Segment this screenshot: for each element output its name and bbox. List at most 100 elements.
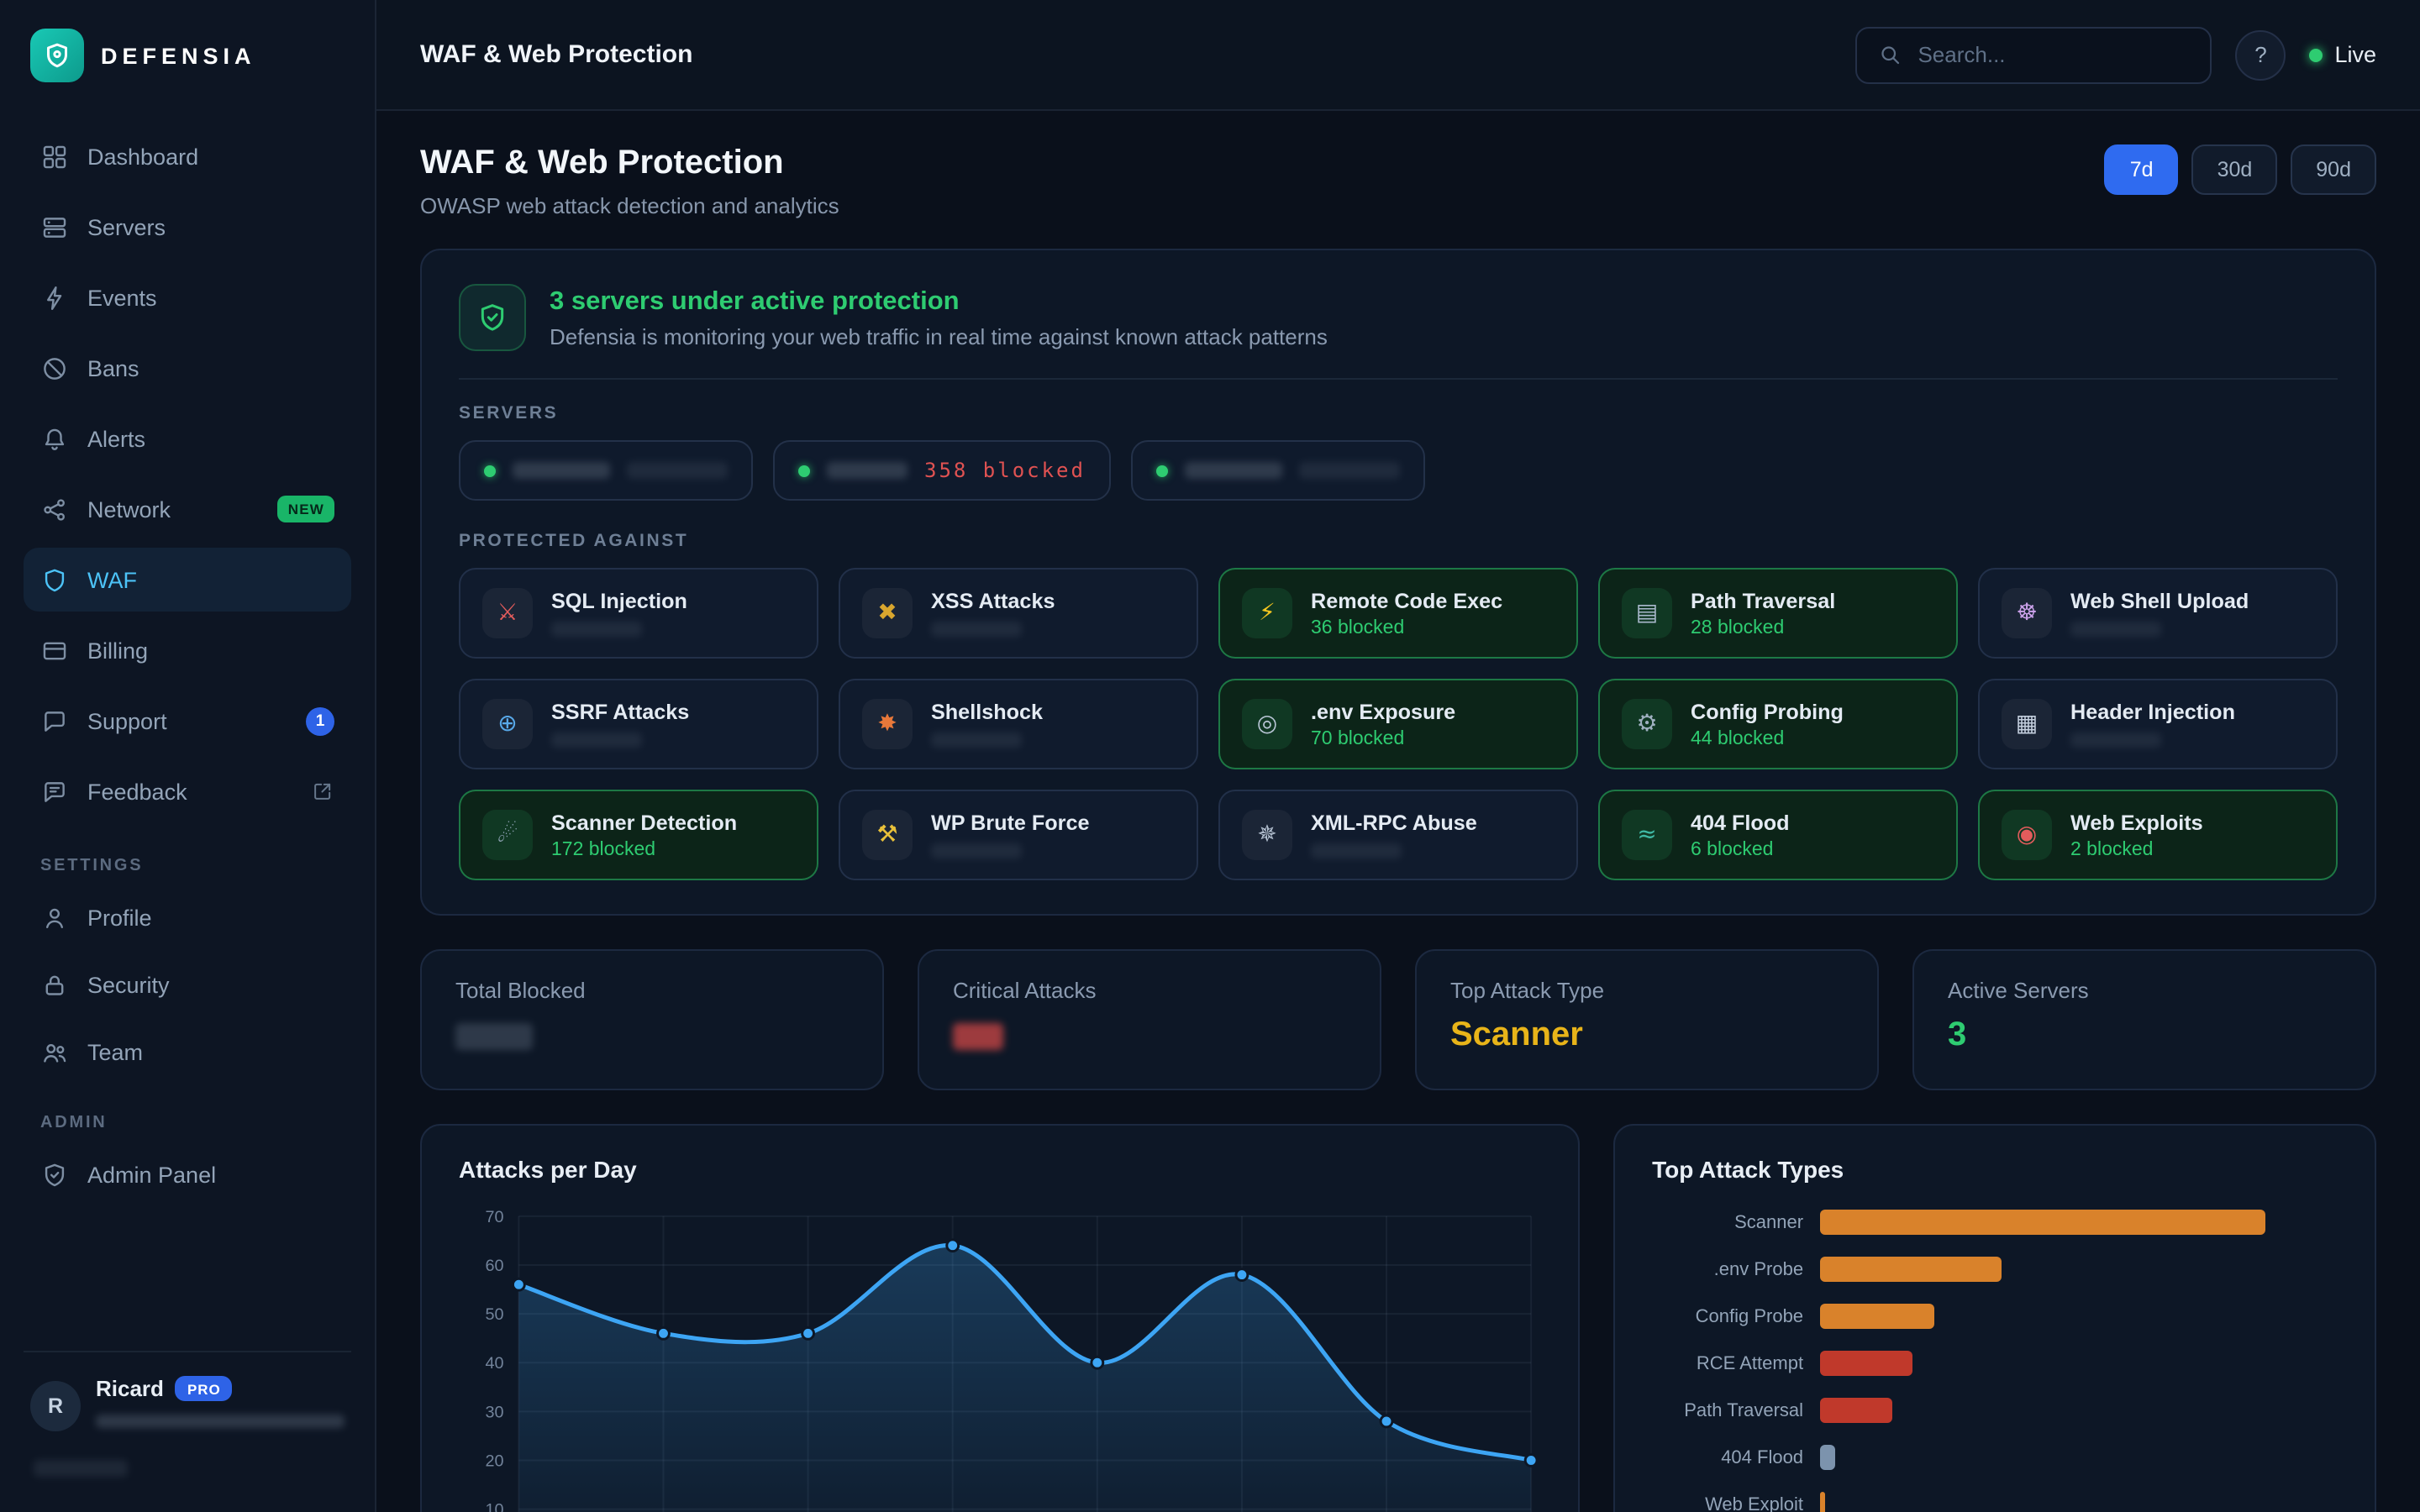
logo[interactable]: DEFENSIA [24, 0, 351, 111]
top-attack-types-card: Top Attack Types Scanner.env ProbeConfig… [1613, 1124, 2376, 1512]
search-box[interactable] [1855, 26, 2212, 83]
scanner-detection-icon: ☄ [482, 810, 533, 860]
sidebar-item-events[interactable]: Events [24, 265, 351, 329]
sidebar-item-team[interactable]: Team [24, 1020, 351, 1084]
bar-row-path-traversal: Path Traversal [1652, 1398, 2338, 1423]
config-probing-icon: ⚙ [1622, 699, 1672, 749]
svg-text:50: 50 [486, 1305, 504, 1324]
sidebar-item-billing[interactable]: Billing [24, 618, 351, 682]
stat-label: Critical Attacks [953, 978, 1346, 1003]
protection-card-config-probing[interactable]: ⚙ Config Probing 44 blocked [1598, 679, 1958, 769]
server-chip[interactable]: 358 blocked [773, 440, 1111, 501]
live-label: Live [2334, 42, 2376, 67]
xss-icon: ✖ [862, 588, 913, 638]
web-shell-upload-icon: ☸ [2002, 588, 2052, 638]
admin-icon [40, 1160, 69, 1189]
attack-types-bar-chart: Scanner.env ProbeConfig ProbeRCE Attempt… [1652, 1210, 2338, 1512]
sidebar-item-network[interactable]: NetworkNEW [24, 477, 351, 541]
online-dot-icon [1156, 465, 1168, 476]
protection-card-label: Web Shell Upload [2070, 590, 2249, 613]
protection-card-count: 28 blocked [1691, 617, 1835, 638]
sidebar-item-dashboard[interactable]: Dashboard [24, 124, 351, 188]
protection-card-web-shell-upload[interactable]: ☸ Web Shell Upload [1978, 568, 2338, 659]
topbar: WAF & Web Protection ? Live [376, 0, 2420, 111]
sidebar-item-security[interactable]: Security [24, 953, 351, 1016]
range-button-30d[interactable]: 30d [2192, 144, 2278, 195]
redacted-count [2070, 622, 2161, 637]
sidebar-item-bans[interactable]: Bans [24, 336, 351, 400]
svg-text:30: 30 [486, 1403, 504, 1421]
bar-track [1820, 1210, 2338, 1235]
bar-label: Config Probe [1652, 1306, 1803, 1326]
protection-card-path-traversal[interactable]: ▤Path Traversal28 blocked [1598, 568, 1958, 659]
protection-card-text: Web Shell Upload [2070, 590, 2249, 637]
sidebar-item-label: Alerts [87, 426, 145, 451]
server-chip[interactable] [459, 440, 753, 501]
stat-value: Scanner [1450, 1016, 1844, 1055]
protection-card-count: 44 blocked [1691, 728, 1844, 748]
protection-card-env-exposure[interactable]: ◎.env Exposure70 blocked [1218, 679, 1578, 769]
redacted-count [931, 732, 1022, 748]
online-dot-icon [484, 465, 496, 476]
sidebar-item-servers[interactable]: Servers [24, 195, 351, 259]
sidebar-item-label: Bans [87, 355, 139, 381]
protection-card-scanner-detection[interactable]: ☄Scanner Detection172 blocked [459, 790, 818, 880]
search-input[interactable] [1918, 42, 2190, 67]
header-injection-icon: ▦ [2002, 699, 2052, 749]
protected-against-header: PROTECTED AGAINST [459, 531, 2338, 551]
protection-card-remote-code-exec[interactable]: ⚡ Remote Code Exec36 blocked [1218, 568, 1578, 659]
remote-code-exec-icon: ⚡ [1242, 588, 1292, 638]
sidebar-item-alerts[interactable]: Alerts [24, 407, 351, 470]
profile-icon [40, 903, 69, 932]
protection-card-text: Shellshock [931, 701, 1043, 748]
bar-row-rce-attempt: RCE Attempt [1652, 1351, 2338, 1376]
redacted-count [2070, 732, 2161, 748]
protection-card-text: Remote Code Exec36 blocked [1311, 589, 1502, 638]
protection-card-ssrf-attacks[interactable]: ⊕SSRF Attacks [459, 679, 818, 769]
protection-card-label: Config Probing [1691, 700, 1844, 723]
protection-card-xss-attacks[interactable]: ✖XSS Attacks [839, 568, 1198, 659]
section-header-admin: ADMIN [40, 1114, 334, 1132]
protection-card-shellshock[interactable]: ✸Shellshock [839, 679, 1198, 769]
redacted-server-stat [1299, 462, 1400, 479]
sidebar-item-profile[interactable]: Profile [24, 885, 351, 949]
network-icon [40, 495, 69, 523]
protection-panel: 3 servers under active protection Defens… [420, 249, 2376, 916]
logo-shield-icon [30, 29, 84, 82]
bar-rows: Scanner.env ProbeConfig ProbeRCE Attempt… [1652, 1210, 2338, 1512]
charts-row: Attacks per Day 10203040506070 Top Attac… [420, 1124, 2376, 1512]
bar-track [1820, 1257, 2338, 1282]
range-button-7d[interactable]: 7d [2105, 144, 2179, 195]
redacted-count [1311, 843, 1402, 858]
sidebar-item-label: Feedback [87, 779, 187, 804]
redacted-server-name [1185, 462, 1282, 479]
sidebar-item-waf[interactable]: WAF [24, 548, 351, 612]
server-chips: 358 blocked [459, 440, 2338, 501]
help-button[interactable]: ? [2235, 29, 2286, 80]
server-chip[interactable] [1131, 440, 1425, 501]
sidebar-item-feedback[interactable]: Feedback [24, 759, 351, 823]
sql-injection-icon: ⚔ [482, 588, 533, 638]
support-icon [40, 706, 69, 735]
protection-card-label: Remote Code Exec [1311, 589, 1502, 612]
sidebar: DEFENSIA Dashboard ServersEvents Bans Alert… [0, 0, 376, 1512]
protection-card-text: .env Exposure70 blocked [1311, 700, 1455, 748]
protection-card-404-flood[interactable]: ≈404 Flood6 blocked [1598, 790, 1958, 880]
range-button-90d[interactable]: 90d [2291, 144, 2376, 195]
protection-card-web-exploits[interactable]: ◉Web Exploits2 blocked [1978, 790, 2338, 880]
protection-card-header-injection[interactable]: ▦Header Injection [1978, 679, 2338, 769]
redacted-count [551, 732, 642, 748]
protection-card-wp-brute-force[interactable]: ⚒WP Brute Force [839, 790, 1198, 880]
protection-card-label: XML-RPC Abuse [1311, 811, 1477, 835]
bar-track [1820, 1492, 2338, 1512]
sidebar-item-label: Network [87, 496, 171, 522]
protection-card-sql-injection[interactable]: ⚔SQL Injection [459, 568, 818, 659]
ssrf-icon: ⊕ [482, 699, 533, 749]
sidebar-item-admin-panel[interactable]: Admin Panel [24, 1142, 351, 1206]
sidebar-item-label: Dashboard [87, 144, 198, 169]
protection-card-xml-rpc-abuse[interactable]: ✵XML-RPC Abuse [1218, 790, 1578, 880]
sidebar-item-label: Billing [87, 638, 148, 663]
user-card[interactable]: R Ricard PRO [24, 1351, 351, 1492]
sidebar-item-support[interactable]: Support1 [24, 689, 351, 753]
sidebar-item-label: Admin Panel [87, 1162, 216, 1187]
